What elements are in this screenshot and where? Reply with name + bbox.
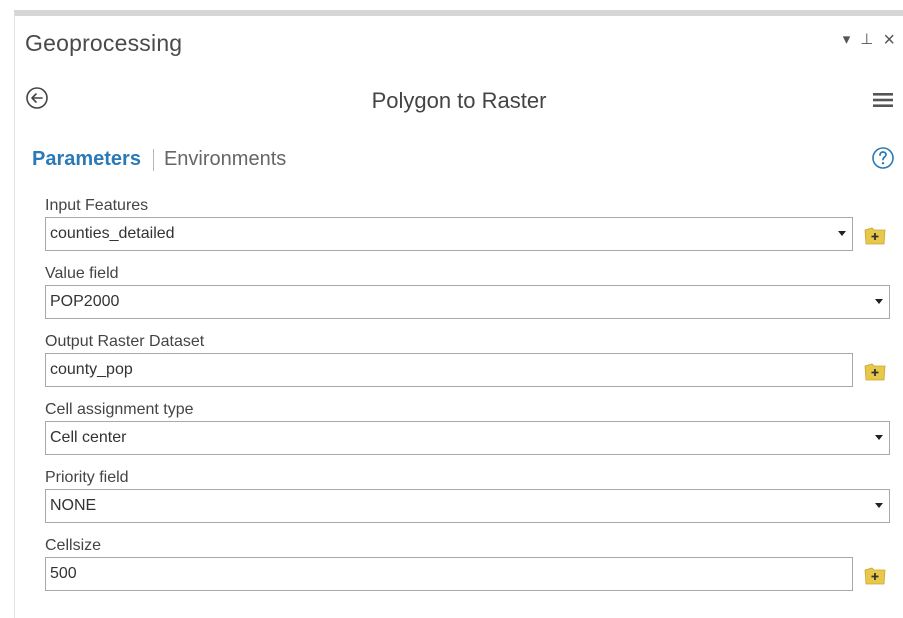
field-value: county_pop [50,361,133,378]
chevron-down-icon[interactable] [875,299,883,304]
chevron-down-icon[interactable] [838,231,846,236]
field-value: 500 [50,565,77,582]
field-value: counties_detailed [50,225,175,242]
priority-field-dropdown[interactable]: NONE [45,489,890,523]
output-raster-input[interactable]: county_pop [45,353,853,387]
tab-parameters[interactable]: Parameters [32,148,141,171]
param-input-features: Input Features counties_detailed [45,196,853,251]
pin-icon[interactable]: ⊥ [860,31,873,49]
tab-environments[interactable]: Environments [164,148,286,171]
param-cellsize: Cellsize 500 [45,536,853,591]
tool-tabs: Parameters Environments [32,148,286,171]
help-icon[interactable] [871,146,895,170]
hamburger-menu-icon[interactable] [873,92,893,108]
field-value: POP2000 [50,293,120,310]
chevron-down-icon[interactable] [875,503,883,508]
tab-divider [152,148,154,171]
param-label: Cell assignment type [45,401,194,418]
param-priority-field: Priority field NONE [45,468,890,523]
browse-folder-icon[interactable] [862,565,888,587]
cellsize-input[interactable]: 500 [45,557,853,591]
param-label: Value field [45,265,119,282]
field-value: Cell center [50,429,127,446]
cell-assignment-dropdown[interactable]: Cell center [45,421,890,455]
param-output-raster-dataset: Output Raster Dataset county_pop [45,332,853,387]
input-features-dropdown[interactable]: counties_detailed [45,217,853,251]
param-cell-assignment-type: Cell assignment type Cell center [45,400,890,455]
param-label: Cellsize [45,537,102,554]
tool-title: Polygon to Raster [371,88,547,113]
browse-folder-icon[interactable] [862,225,888,247]
param-value-field: Value field POP2000 [45,264,890,319]
value-field-dropdown[interactable]: POP2000 [45,285,890,319]
close-icon[interactable]: × [883,30,895,50]
pane-options-dropdown-icon[interactable]: ▾ [843,31,851,49]
chevron-down-icon[interactable] [875,435,883,440]
param-label: Input Features [45,197,149,214]
browse-folder-icon[interactable] [862,361,888,383]
geoprocessing-pane: Geoprocessing ▾ ⊥ × Polygon to Raster Pa… [14,10,903,618]
param-label: Priority field [45,469,129,486]
field-value: NONE [50,497,97,514]
window-controls: ▾ ⊥ × [843,30,895,50]
param-label: Output Raster Dataset [45,333,205,350]
pane-title: Geoprocessing [25,30,183,56]
